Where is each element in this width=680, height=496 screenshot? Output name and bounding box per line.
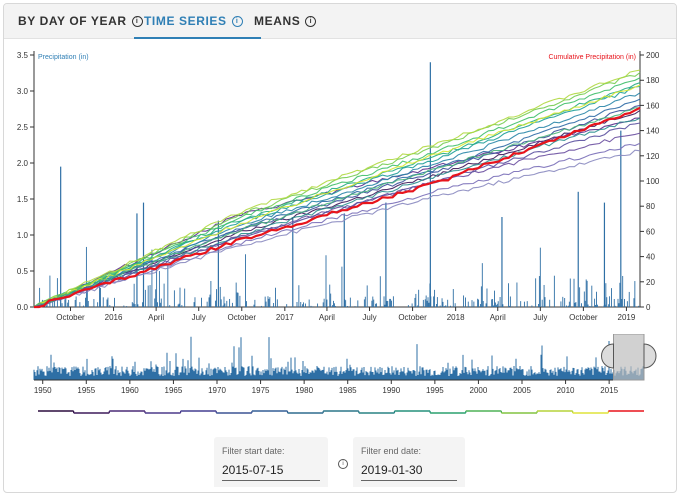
x-tick-label: 2019	[618, 313, 636, 322]
x-tick-label: 2017	[276, 313, 294, 322]
x-tick-label: April	[490, 313, 506, 322]
x-tick-label: July	[533, 313, 547, 322]
x-tick-label: October	[569, 313, 598, 322]
tab-by-day-of-year[interactable]: BY DAY OF YEAR i	[18, 4, 143, 38]
filter-start-label: Filter start date:	[222, 446, 285, 456]
right-tick-label: 160	[646, 101, 660, 110]
left-tick-label: 3.0	[17, 87, 29, 96]
overview-tick-label: 1985	[339, 386, 357, 395]
overview-tick-label: 2015	[600, 386, 618, 395]
x-tick-label: October	[56, 313, 85, 322]
left-tick-label: 1.5	[17, 195, 29, 204]
right-tick-label: 60	[646, 227, 655, 236]
right-tick-label: 20	[646, 278, 655, 287]
time-series-card: BY DAY OF YEAR i TIME SERIES i MEANS i 0…	[3, 3, 677, 493]
filter-end-date[interactable]: Filter end date: 2019-01-30	[353, 437, 465, 487]
info-icon[interactable]: i	[231, 15, 243, 27]
overview-tick-label: 1965	[165, 386, 183, 395]
x-tick-label: April	[319, 313, 335, 322]
main-chart[interactable]: 0.0 0.5 1.0 1.5 2.0 2.5 3.0 3.5 0 20 40 60 80 100 120 1…	[4, 40, 676, 330]
overview-tick-label: 2010	[557, 386, 575, 395]
right-tick-label: 80	[646, 202, 655, 211]
overview-tick-label: 1960	[121, 386, 139, 395]
x-tick-label: October	[398, 313, 427, 322]
overview-tick-label: 1950	[34, 386, 52, 395]
left-tick-label: 1.0	[17, 231, 29, 240]
info-icon[interactable]: i	[131, 15, 143, 27]
overview-tick-label: 1955	[77, 386, 95, 395]
brush-handle-right[interactable]	[643, 343, 657, 369]
x-tick-label: July	[362, 313, 376, 322]
tab-means[interactable]: MEANS i	[254, 4, 317, 38]
x-tick-label: April	[148, 313, 164, 322]
x-tick-label: October	[228, 313, 257, 322]
tab-label: TIME SERIES	[144, 14, 227, 28]
right-tick-label: 200	[646, 51, 660, 60]
right-tick-label: 140	[646, 127, 660, 136]
overview-tick-label: 1995	[426, 386, 444, 395]
info-icon[interactable]: i	[338, 459, 348, 469]
left-tick-label: 2.0	[17, 159, 29, 168]
overview-tick-label: 1970	[208, 386, 226, 395]
cumulative-line	[33, 98, 641, 308]
left-axis-label: Precipitation (in)	[38, 54, 89, 61]
left-tick-label: 0.5	[17, 267, 29, 276]
input-underline	[222, 480, 320, 481]
x-tick-label: 2018	[447, 313, 465, 322]
right-axis-label: Cumulative Precipitation (in)	[548, 54, 636, 61]
cumulative-line	[33, 149, 641, 308]
tab-time-series[interactable]: TIME SERIES i	[134, 4, 261, 39]
overview-chart[interactable]: 1950 1955 1960 1965 1970 1975 1980 1985 1990 1995…	[4, 334, 676, 396]
input-underline	[361, 480, 457, 481]
x-tick-label: July	[192, 313, 206, 322]
left-tick-label: 3.5	[17, 51, 29, 60]
x-tick-label: 2016	[105, 313, 123, 322]
right-tick-label: 180	[646, 76, 660, 85]
info-icon[interactable]: i	[305, 15, 317, 27]
overview-tick-label: 1990	[382, 386, 400, 395]
left-tick-label: 0.0	[17, 303, 29, 312]
filter-start-value[interactable]: 2015-07-15	[222, 463, 283, 477]
filter-end-label: Filter end date:	[361, 446, 422, 456]
active-tab-indicator	[134, 37, 261, 39]
overview-tick-label: 1980	[295, 386, 313, 395]
overview-bars	[33, 336, 644, 380]
right-tick-label: 100	[646, 177, 660, 186]
tab-bar: BY DAY OF YEAR i TIME SERIES i MEANS i	[4, 4, 676, 39]
right-tick-label: 120	[646, 152, 660, 161]
tab-label: MEANS	[254, 14, 301, 28]
left-tick-label: 2.5	[17, 123, 29, 132]
overview-tick-label: 2005	[513, 386, 531, 395]
tab-label: BY DAY OF YEAR	[18, 14, 127, 28]
cumulative-line	[33, 142, 641, 308]
overview-tick-label: 2000	[470, 386, 488, 395]
overview-tick-label: 1975	[252, 386, 270, 395]
right-tick-label: 40	[646, 253, 655, 262]
brush-handle-left[interactable]	[601, 343, 614, 369]
filter-end-value[interactable]: 2019-01-30	[361, 463, 422, 477]
filter-start-date[interactable]: Filter start date: 2015-07-15	[214, 437, 328, 487]
right-tick-label: 0	[646, 303, 651, 312]
year-legend	[38, 410, 644, 414]
brush-selection	[613, 334, 645, 381]
